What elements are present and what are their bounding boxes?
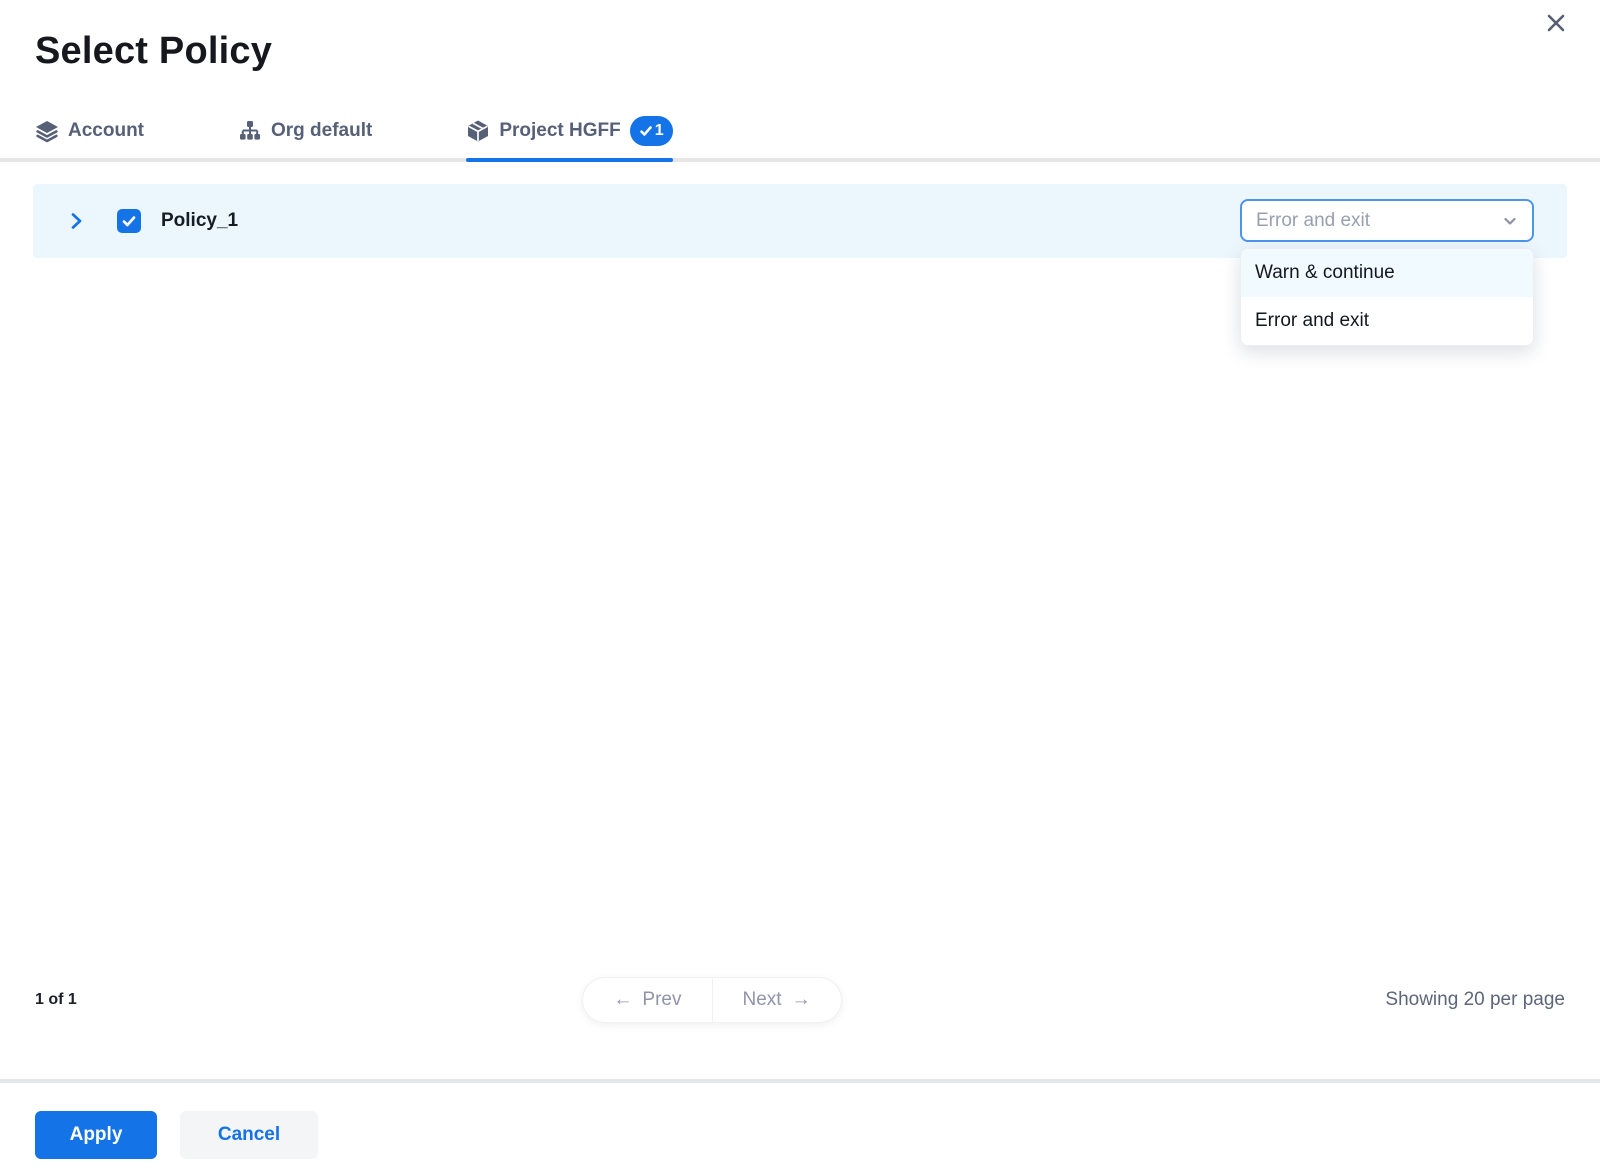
- page-status: 1 of 1: [35, 991, 670, 1009]
- action-dropdown-menu: Warn & continue Error and exit: [1240, 248, 1534, 346]
- next-label: Next: [743, 989, 782, 1011]
- arrow-left-icon: ←: [613, 989, 632, 1011]
- tab-label: Account: [68, 120, 144, 142]
- chevron-down-icon: [1500, 211, 1520, 231]
- tab-label: Project HGFF: [499, 120, 620, 142]
- expand-row-button[interactable]: [64, 209, 88, 233]
- tab-account[interactable]: Account: [35, 116, 144, 158]
- check-icon: [121, 213, 137, 229]
- policy-row: Policy_1 Error and exit Warn & continue …: [33, 184, 1567, 258]
- pagination-pill: ← Prev Next →: [582, 977, 841, 1023]
- tab-bar: Account Org default: [0, 116, 1600, 162]
- tab-org-default[interactable]: Org default: [238, 116, 372, 158]
- check-icon: [639, 124, 653, 138]
- package-icon: [466, 119, 490, 143]
- dropdown-option-error-exit[interactable]: Error and exit: [1241, 297, 1533, 345]
- policy-checkbox[interactable]: [117, 209, 141, 233]
- page-title: Select Policy: [35, 30, 1600, 74]
- arrow-right-icon: →: [792, 989, 811, 1011]
- per-page-status: Showing 20 per page: [1385, 989, 1565, 1011]
- action-select[interactable]: Error and exit: [1240, 199, 1534, 242]
- select-policy-modal: Select Policy Account: [0, 0, 1600, 1171]
- cancel-button[interactable]: Cancel: [180, 1111, 318, 1159]
- policy-list: Policy_1 Error and exit Warn & continue …: [0, 162, 1600, 977]
- tab-project-hgff[interactable]: Project HGFF 1: [466, 116, 672, 158]
- tab-label: Org default: [271, 120, 372, 142]
- dropdown-option-warn-continue[interactable]: Warn & continue: [1241, 249, 1533, 297]
- close-button[interactable]: [1542, 9, 1570, 37]
- prev-button[interactable]: ← Prev: [583, 978, 711, 1022]
- prev-label: Prev: [642, 989, 681, 1011]
- chevron-right-icon: [66, 211, 86, 231]
- footer: Apply Cancel: [0, 1083, 1600, 1171]
- org-chart-icon: [238, 119, 262, 143]
- next-button[interactable]: Next →: [712, 978, 841, 1022]
- policy-name: Policy_1: [161, 210, 238, 232]
- layers-icon: [35, 119, 59, 143]
- close-icon: [1545, 12, 1567, 34]
- badge-count: 1: [655, 122, 664, 140]
- selected-count-badge: 1: [630, 116, 673, 146]
- apply-button[interactable]: Apply: [35, 1111, 157, 1159]
- pagination-bar: 1 of 1 ← Prev Next → Showing 20 per page: [0, 977, 1600, 1023]
- action-select-value: Error and exit: [1256, 210, 1370, 232]
